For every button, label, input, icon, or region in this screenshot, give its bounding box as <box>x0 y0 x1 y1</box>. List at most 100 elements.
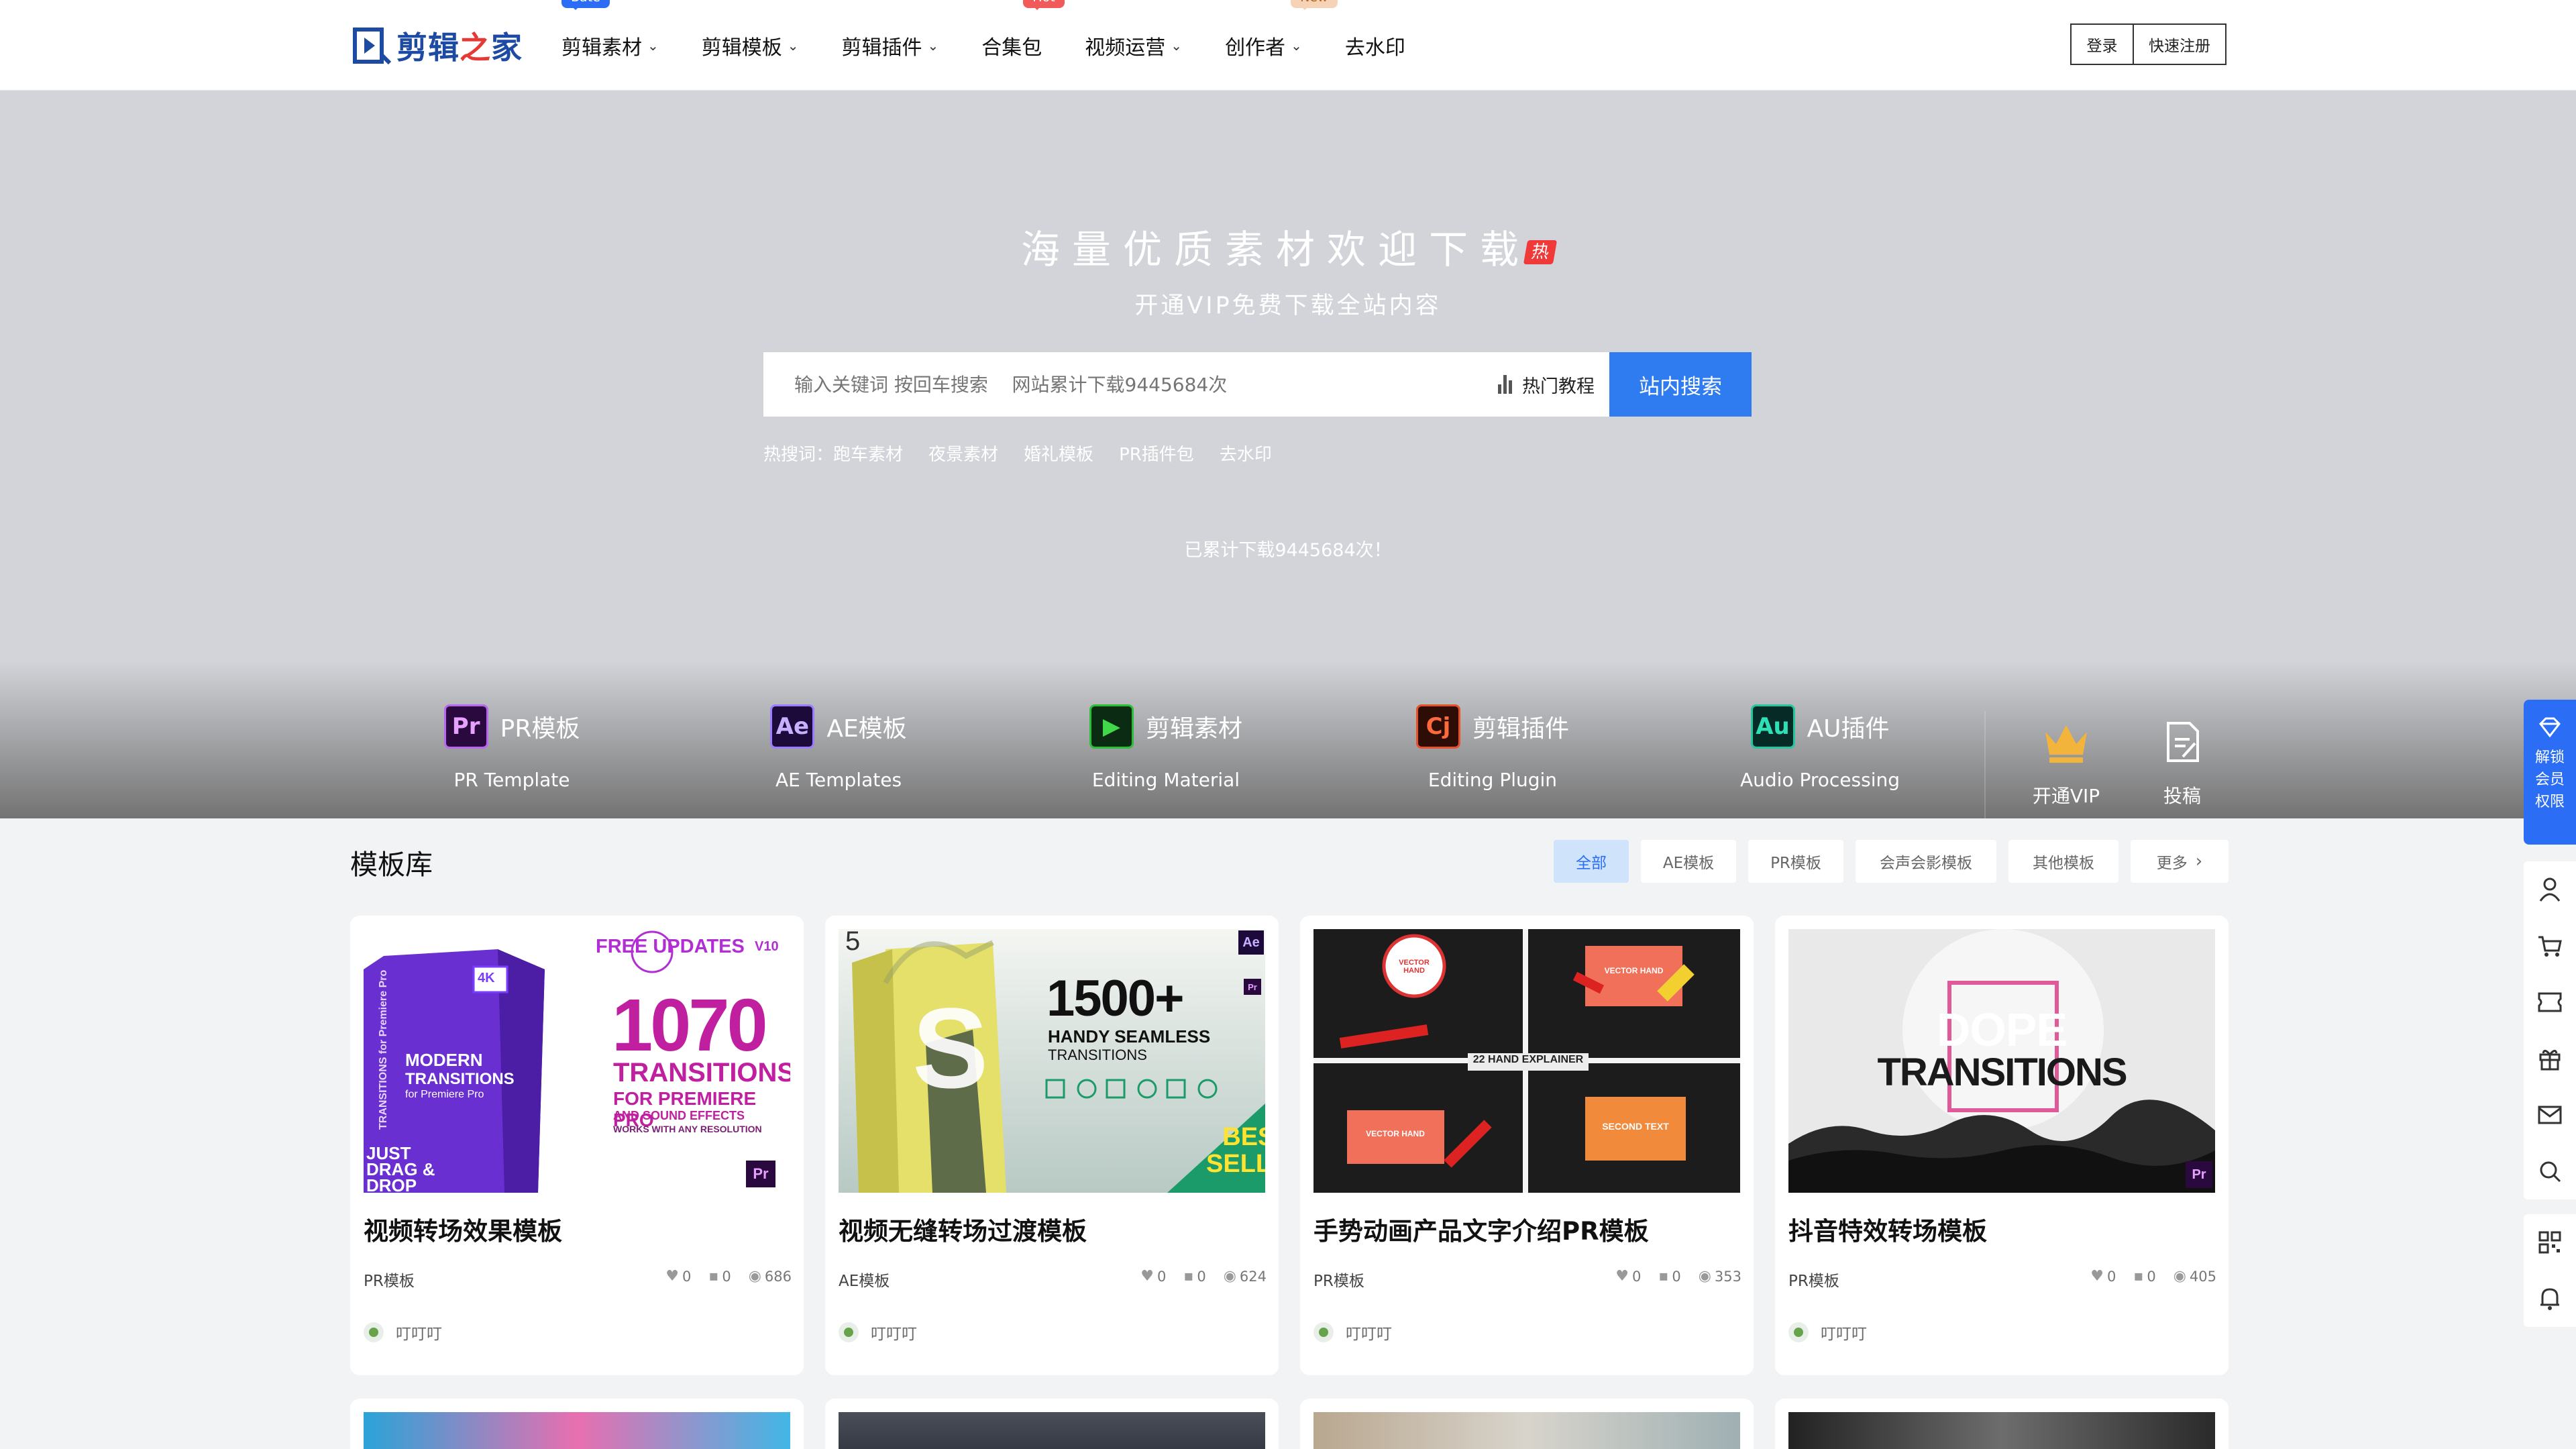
hot-word-link[interactable]: 夜景素材 <box>928 441 998 466</box>
play-icon: ▶ <box>1089 704 1134 749</box>
ticket-icon[interactable] <box>2524 974 2576 1030</box>
eye-icon: ◉ <box>1698 1268 1711 1285</box>
hot-word-link[interactable]: 去水印 <box>1220 441 1272 466</box>
filter-all[interactable]: 全部 <box>1554 840 1629 883</box>
card-author[interactable]: 叮叮叮 <box>1788 1321 1867 1344</box>
heart-icon: ♥ <box>2090 1268 2104 1285</box>
premiere-icon: Pr <box>443 704 488 749</box>
gift-icon[interactable] <box>2524 1030 2576 1087</box>
chevron-down-icon: ⌄ <box>927 37 939 54</box>
likes-stat: ♥ 0 <box>2090 1268 2116 1285</box>
template-card[interactable]: FREE UPDATES V10 1070 TRANSITIONS FOR PR… <box>350 916 804 1375</box>
template-card[interactable]: 5 S 1500+ HANDY SEAMLESS TRANSITIONS BE S… <box>825 916 1279 1375</box>
hot-word-link[interactable]: PR插件包 <box>1119 441 1194 466</box>
register-button[interactable]: 快速注册 <box>2133 23 2226 65</box>
template-card[interactable]: 22 HAND EXPLAINER VECTOR HAND VECTOR HAN… <box>1300 916 1754 1375</box>
vip-text: 解锁 <box>2534 749 2565 766</box>
comments-stat: ▪ 0 <box>708 1268 731 1285</box>
nav-item-editing-plugins[interactable]: 剪辑插件 ⌄ <box>842 31 939 60</box>
views-count: 353 <box>1714 1268 1741 1285</box>
author-name: 叮叮叮 <box>396 1326 442 1343</box>
filter-more[interactable]: 更多 › <box>2131 840 2229 883</box>
thumb-text: TRANSITIONS <box>1048 1046 1147 1063</box>
chevron-right-icon: › <box>2195 851 2203 871</box>
avatar <box>1788 1322 1809 1342</box>
hot-tutorial-link[interactable]: 热门教程 <box>1498 352 1609 417</box>
comments-stat: ▪ 0 <box>1658 1268 1680 1285</box>
search-input[interactable] <box>763 352 1498 417</box>
top-header: 剪辑之家 Bate 剪辑素材 ⌄ 剪辑模板 ⌄ 剪辑插件 ⌄ Hot 合集包 视频运营… <box>0 0 2576 91</box>
card-author[interactable]: 叮叮叮 <box>364 1321 442 1344</box>
heart-icon: ♥ <box>1615 1268 1629 1285</box>
main-nav: Bate 剪辑素材 ⌄ 剪辑模板 ⌄ 剪辑插件 ⌄ Hot 合集包 视频运营 ⌄ New… <box>561 0 1448 91</box>
submit-label: 投稿 <box>2163 785 2201 807</box>
card-category[interactable]: AE模板 <box>839 1268 890 1291</box>
filter-other[interactable]: 其他模板 <box>2008 840 2118 883</box>
category-ae-template[interactable]: Ae AE模板 AE Templates <box>698 704 979 791</box>
filter-pr[interactable]: PR模板 <box>1748 840 1843 883</box>
login-button[interactable]: 登录 <box>2070 23 2134 65</box>
filter-ae[interactable]: AE模板 <box>1641 840 1736 883</box>
card-author[interactable]: 叮叮叮 <box>1313 1321 1392 1344</box>
card-title[interactable]: 视频无缝转场过渡模板 <box>839 1211 1087 1247</box>
template-card[interactable] <box>1775 1399 2229 1449</box>
nav-item-video-ops[interactable]: 视频运营 ⌄ <box>1085 31 1182 60</box>
category-editing-plugin[interactable]: Cj 剪辑插件 Editing Plugin <box>1352 704 1633 791</box>
search-button[interactable]: 站内搜索 <box>1609 352 1752 417</box>
category-bar: Pr PR模板 PR Template Ae AE模板 AE Templates… <box>0 674 2576 818</box>
nav-item-bundles[interactable]: Hot 合集包 <box>981 0 1065 60</box>
logo-text: 剪辑之家 <box>396 29 523 66</box>
template-card[interactable] <box>1300 1399 1754 1449</box>
card-title[interactable]: 视频转场效果模板 <box>364 1211 562 1247</box>
mail-icon[interactable] <box>2524 1087 2576 1143</box>
nav-item-creators[interactable]: New 创作者 ⌄ <box>1225 0 1338 60</box>
card-category[interactable]: PR模板 <box>364 1268 415 1291</box>
comments-count: 0 <box>722 1268 731 1285</box>
bell-icon[interactable] <box>2524 1271 2576 1327</box>
card-author[interactable]: 叮叮叮 <box>839 1321 917 1344</box>
template-card[interactable] <box>825 1399 1279 1449</box>
cart-icon[interactable] <box>2524 918 2576 974</box>
filter-vegas[interactable]: 会声会影模板 <box>1856 840 1996 883</box>
hot-word-link[interactable]: 婚礼模板 <box>1024 441 1093 466</box>
bar-chart-icon <box>1498 375 1514 394</box>
submit-link[interactable]: 投稿 <box>2129 714 2236 808</box>
card-category[interactable]: PR模板 <box>1788 1268 1839 1291</box>
nav-item-remove-watermark[interactable]: 去水印 <box>1345 31 1405 60</box>
category-audio-processing[interactable]: Au AU插件 Audio Processing <box>1679 704 1961 791</box>
thumb-text: HANDY SEAMLESS <box>1048 1026 1211 1046</box>
category-pr-template[interactable]: Pr PR模板 PR Template <box>371 704 653 791</box>
chevron-down-icon: ⌄ <box>647 37 659 54</box>
open-vip-link[interactable]: 开通VIP <box>2012 714 2120 808</box>
nav-item-editing-material[interactable]: Bate 剪辑素材 ⌄ <box>561 0 659 60</box>
avatar <box>1313 1322 1334 1342</box>
card-category[interactable]: PR模板 <box>1313 1268 1364 1291</box>
thumb-text: DROP <box>366 1175 417 1193</box>
card-title[interactable]: 抖音特效转场模板 <box>1788 1211 1987 1247</box>
thumb-text: 4K <box>478 971 495 985</box>
nav-label: 剪辑模板 <box>701 36 782 60</box>
category-editing-material[interactable]: ▶ 剪辑素材 Editing Material <box>1025 704 1307 791</box>
template-card[interactable]: DOPE TRANSITIONS Pr 抖音特效转场模板 PR模板 ♥ 0 ▪ 0 … <box>1775 916 2229 1375</box>
vip-text: 会员 <box>2534 771 2565 788</box>
hot-word-link[interactable]: 跑车素材 <box>833 441 903 466</box>
comment-icon: ▪ <box>1183 1268 1194 1285</box>
premiere-badge-icon: Pr <box>746 1161 775 1187</box>
comments-count: 0 <box>1672 1268 1681 1285</box>
search-icon[interactable] <box>2524 1143 2576 1199</box>
thumb-text: S <box>912 985 989 1112</box>
chevron-down-icon: ⌄ <box>1171 37 1183 54</box>
unlock-vip-button[interactable]: 解锁 会员 权限 <box>2524 700 2576 845</box>
site-logo[interactable]: 剪辑之家 <box>351 20 523 70</box>
author-name: 叮叮叮 <box>1346 1326 1392 1343</box>
qr-code-icon[interactable] <box>2524 1214 2576 1271</box>
comment-icon: ▪ <box>708 1268 719 1285</box>
thumb-text: JUST DRAG & DROP <box>366 1144 435 1193</box>
hot-words-label: 热搜词： <box>763 445 834 465</box>
card-title[interactable]: 手势动画产品文字介绍PR模板 <box>1313 1211 1649 1247</box>
nav-item-editing-templates[interactable]: 剪辑模板 ⌄ <box>702 31 799 60</box>
template-card[interactable] <box>350 1399 804 1449</box>
thumb-text: TRANSITIONS <box>1877 1051 2127 1094</box>
comments-count: 0 <box>1197 1268 1206 1285</box>
user-icon[interactable] <box>2524 861 2576 918</box>
